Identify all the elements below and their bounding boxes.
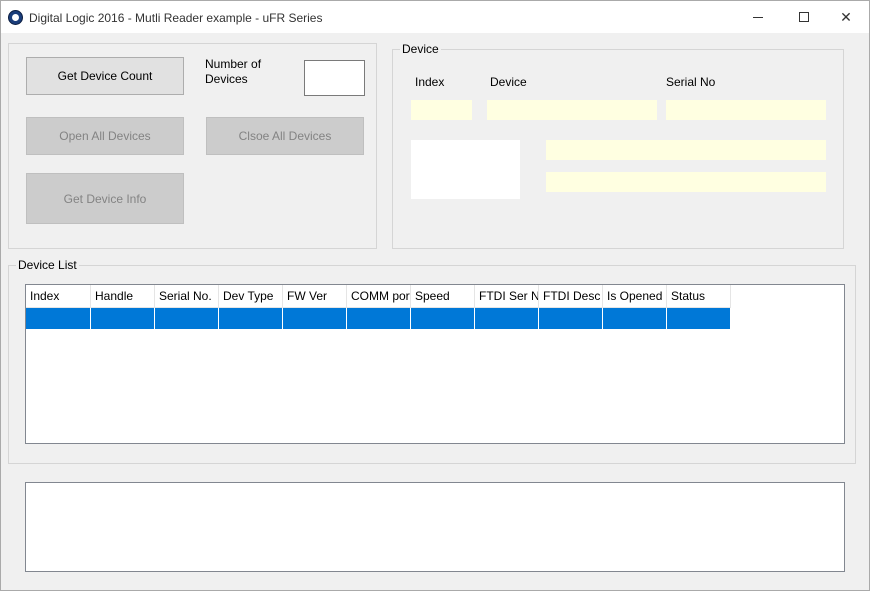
column-header-is-opened[interactable]: Is Opened: [603, 285, 667, 308]
log-output-box[interactable]: [25, 482, 845, 572]
number-of-devices-label: Number of Devices: [205, 57, 261, 87]
column-header-fw-ver[interactable]: FW Ver: [283, 285, 347, 308]
device-field[interactable]: [487, 100, 657, 120]
column-header-comm-port[interactable]: COMM port: [347, 285, 411, 308]
title-bar[interactable]: Digital Logic 2016 - Mutli Reader exampl…: [1, 1, 869, 33]
table-cell: [347, 308, 411, 329]
device-info-field-1[interactable]: [546, 140, 826, 160]
number-of-devices-field[interactable]: [304, 60, 365, 96]
controls-group: Get Device Count Number of Devices Open …: [8, 43, 377, 249]
column-header-status[interactable]: Status: [667, 285, 731, 308]
device-list-view[interactable]: Index Handle Serial No. Dev Type FW Ver …: [25, 284, 845, 444]
table-cell: [155, 308, 219, 329]
device-group-legend: Device: [400, 42, 441, 56]
column-header-ftdi-desc[interactable]: FTDI Desc: [539, 285, 603, 308]
column-header-speed[interactable]: Speed: [411, 285, 475, 308]
table-cell: [667, 308, 731, 329]
column-header-dev-type[interactable]: Dev Type: [219, 285, 283, 308]
device-info-field-2[interactable]: [546, 172, 826, 192]
minimize-icon: [753, 16, 763, 18]
maximize-button[interactable]: [781, 1, 827, 33]
get-device-count-button[interactable]: Get Device Count: [26, 57, 184, 95]
table-cell: [283, 308, 347, 329]
app-logo-icon: [8, 10, 23, 25]
column-header-serial-no[interactable]: Serial No.: [155, 285, 219, 308]
window-title: Digital Logic 2016 - Mutli Reader exampl…: [29, 11, 323, 25]
number-of-devices-label-line1: Number of: [205, 57, 262, 71]
device-label: Device: [490, 75, 527, 89]
device-group: Device Index Device Serial No: [392, 42, 844, 249]
index-label: Index: [415, 75, 445, 89]
column-header-handle[interactable]: Handle: [91, 285, 155, 308]
serial-no-label: Serial No: [666, 75, 716, 89]
table-cell: [475, 308, 539, 329]
table-cell: [91, 308, 155, 329]
maximize-icon: [799, 12, 809, 22]
column-header-ftdi-ser-no[interactable]: FTDI Ser No: [475, 285, 539, 308]
number-of-devices-label-line2: Devices: [205, 72, 248, 86]
table-cell: [26, 308, 91, 329]
device-list-legend: Device List: [16, 258, 79, 272]
serial-no-field[interactable]: [666, 100, 826, 120]
open-all-devices-button[interactable]: Open All Devices: [26, 117, 184, 155]
index-field[interactable]: [411, 100, 472, 120]
get-device-info-button[interactable]: Get Device Info: [26, 173, 184, 224]
app-window: Digital Logic 2016 - Mutli Reader exampl…: [0, 0, 870, 591]
table-row-selected[interactable]: [26, 308, 731, 329]
close-all-devices-button[interactable]: Clsoe All Devices: [206, 117, 364, 155]
close-button[interactable]: ✕: [823, 1, 869, 33]
close-icon: ✕: [840, 8, 852, 25]
table-cell: [411, 308, 475, 329]
minimize-button[interactable]: [735, 1, 781, 33]
table-cell: [603, 308, 667, 329]
column-header-index[interactable]: Index: [26, 285, 91, 308]
table-cell: [539, 308, 603, 329]
device-image-box: [411, 140, 520, 199]
table-cell: [219, 308, 283, 329]
device-list-header: Index Handle Serial No. Dev Type FW Ver …: [26, 285, 731, 308]
